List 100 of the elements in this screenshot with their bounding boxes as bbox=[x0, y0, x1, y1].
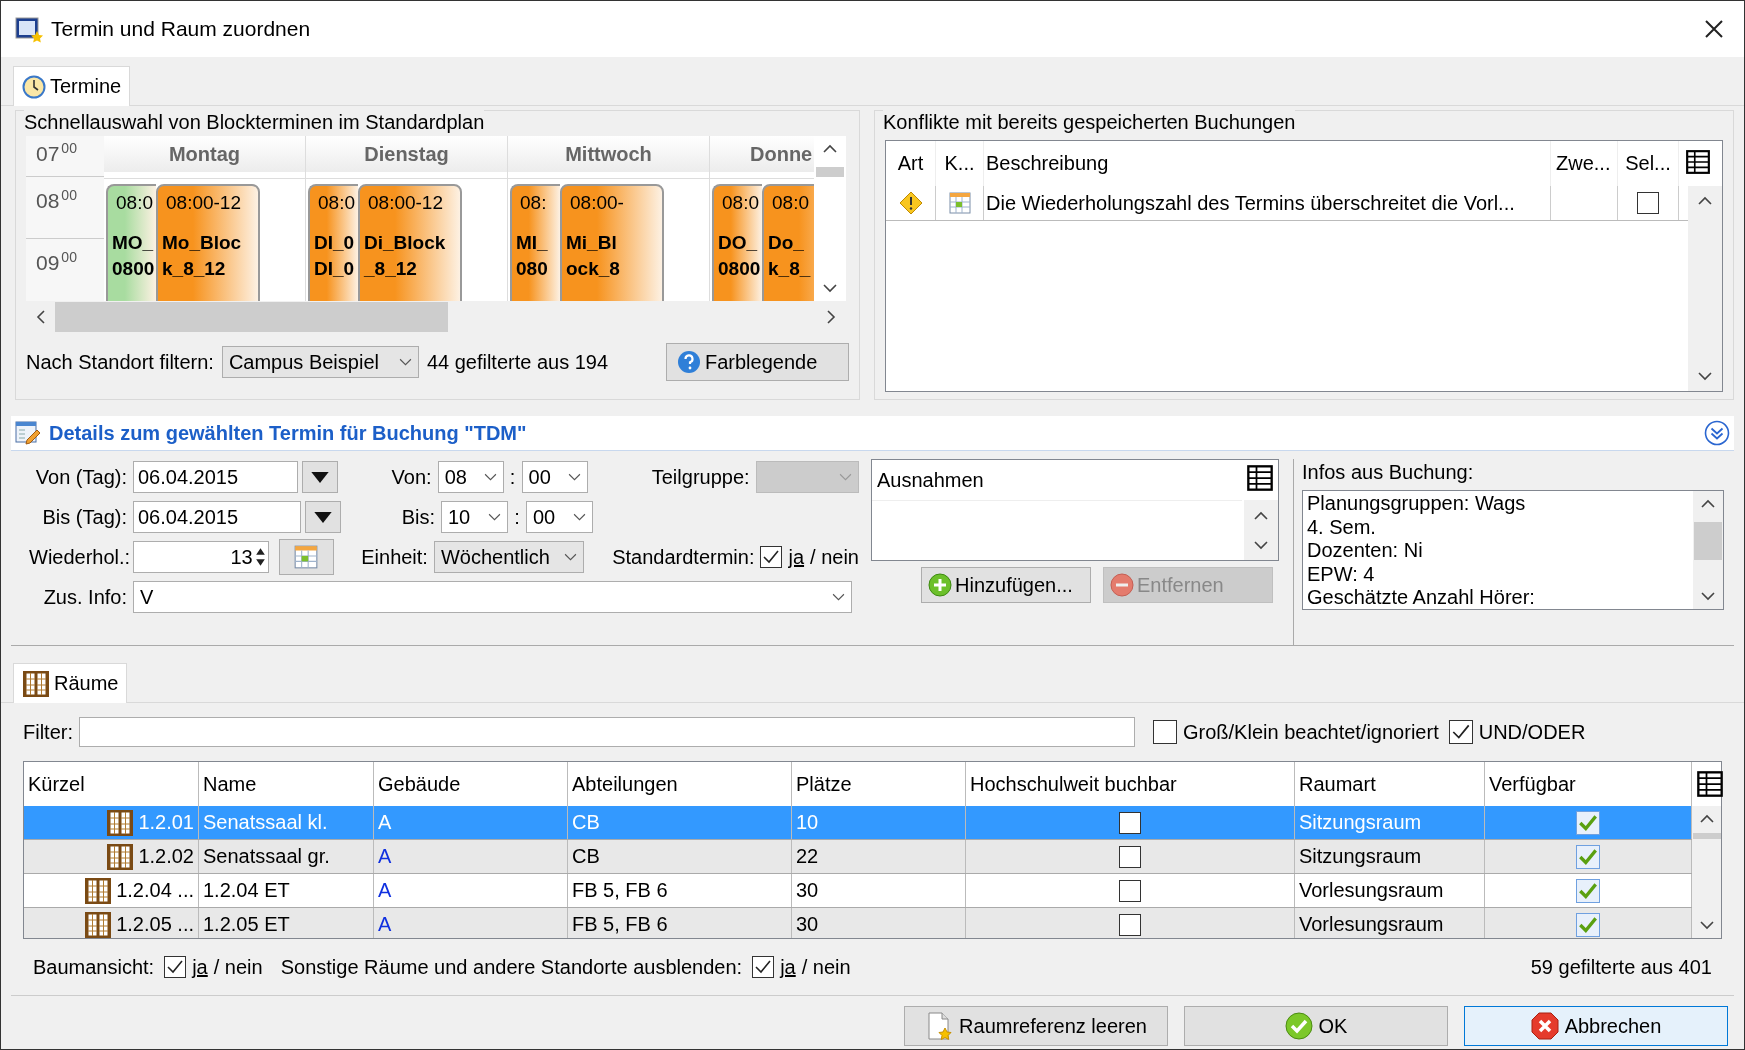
table-cell: Senatssaal gr. bbox=[199, 840, 374, 873]
scroll-up-icon[interactable] bbox=[1698, 196, 1712, 205]
scroll-thumb[interactable] bbox=[55, 302, 448, 332]
clear-room-button[interactable]: Raumreferenz leeren bbox=[904, 1006, 1168, 1046]
day-header: Montag bbox=[168, 142, 241, 166]
triangle-down-icon bbox=[312, 510, 334, 524]
campus-wide-checkbox[interactable] bbox=[1119, 845, 1141, 868]
table-cell: Vorlesungsraum bbox=[1295, 908, 1485, 938]
scroll-up-icon[interactable] bbox=[1254, 510, 1268, 520]
location-dropdown[interactable]: Campus Beispiel bbox=[221, 346, 419, 378]
filter-field[interactable] bbox=[79, 717, 1135, 747]
appointment-block[interactable]: 08:0 DO_ 0800 bbox=[712, 184, 762, 301]
scroll-down-icon[interactable] bbox=[1701, 592, 1715, 601]
field-label: Von: bbox=[390, 465, 433, 489]
ok-button[interactable]: OK bbox=[1184, 1006, 1448, 1046]
section-title: Details zum gewählten Termin für Buchung "TDM" bbox=[49, 421, 528, 445]
appointment-block[interactable]: 08:0 MO_ 0800 bbox=[106, 184, 156, 301]
available-checkbox[interactable] bbox=[1576, 844, 1600, 869]
time-separator: : bbox=[508, 465, 517, 489]
scroll-right-icon[interactable] bbox=[827, 310, 836, 324]
appointment-block[interactable]: 08:0 DI_0 DI_0 bbox=[308, 184, 358, 301]
field-label: Zus. Info: bbox=[42, 585, 128, 609]
hour-dropdown[interactable]: 10 bbox=[441, 501, 508, 533]
available-checkbox[interactable] bbox=[1576, 878, 1600, 903]
scroll-thumb[interactable] bbox=[816, 167, 844, 177]
group-title: Konflikte mit bereits gespeicherten Buchungen bbox=[883, 110, 1296, 134]
yes-option[interactable]: ja bbox=[788, 545, 805, 569]
termine-tab[interactable]: Termine bbox=[13, 66, 131, 106]
date-picker-button[interactable] bbox=[305, 501, 341, 533]
date-field[interactable]: 06.04.2015 bbox=[133, 501, 301, 533]
scroll-thumb[interactable] bbox=[1694, 522, 1722, 560]
field-label: Standardtermin: bbox=[611, 545, 756, 569]
scroll-down-icon[interactable] bbox=[823, 284, 837, 293]
calendar-icon bbox=[947, 191, 972, 215]
scroll-down-icon[interactable] bbox=[1699, 921, 1714, 930]
cancel-button[interactable]: Abbrechen bbox=[1464, 1006, 1728, 1046]
hide-rooms-checkbox[interactable] bbox=[752, 956, 775, 978]
yes-option[interactable]: ja bbox=[780, 955, 796, 979]
standard-checkbox[interactable] bbox=[760, 546, 783, 568]
scroll-thumb[interactable] bbox=[1692, 833, 1721, 839]
hour-dropdown[interactable]: 08 bbox=[437, 461, 504, 493]
chevron-down-icon bbox=[483, 472, 497, 482]
field-label: Bis (Tag): bbox=[41, 505, 128, 529]
appointment-block[interactable]: 08: MI_ 080 bbox=[510, 184, 560, 301]
scroll-left-icon[interactable] bbox=[36, 310, 45, 324]
column-header[interactable]: Sel... bbox=[1618, 141, 1679, 186]
column-chooser-icon[interactable] bbox=[1696, 770, 1724, 798]
no-option[interactable]: / nein bbox=[801, 955, 851, 979]
scroll-down-icon[interactable] bbox=[1254, 540, 1268, 550]
appointment-block[interactable]: 08:00-12 Di_Block _8_12 bbox=[358, 184, 462, 301]
table-cell: CB bbox=[568, 806, 792, 839]
room-row[interactable]: 1.2.05 ... 1.2.05 ET A FB 5, FB 6 30 Vorlesungsraum bbox=[24, 908, 1692, 938]
appointment-block[interactable]: 08:00- Mi_Bl ock_8 bbox=[560, 184, 664, 301]
add-button[interactable]: Hinzufügen... bbox=[921, 567, 1091, 603]
column-chooser-icon[interactable] bbox=[1685, 149, 1711, 175]
campus-wide-checkbox[interactable] bbox=[1119, 879, 1141, 902]
rooms-tab[interactable]: Räume bbox=[13, 663, 128, 703]
available-checkbox[interactable] bbox=[1576, 810, 1600, 835]
table-cell: 30 bbox=[792, 874, 966, 907]
column-header[interactable]: K... bbox=[936, 141, 984, 186]
table-cell: FB 5, FB 6 bbox=[568, 908, 792, 938]
scroll-up-icon[interactable] bbox=[823, 144, 837, 153]
minute-dropdown[interactable]: 00 bbox=[521, 461, 588, 493]
scroll-up-icon[interactable] bbox=[1701, 499, 1715, 508]
available-checkbox[interactable] bbox=[1576, 912, 1600, 937]
option-label: Sonstige Räume und andere Standorte ausblenden: bbox=[280, 955, 743, 979]
calendar-icon bbox=[293, 544, 320, 570]
legend-button[interactable]: Farblegende bbox=[666, 343, 849, 381]
column-header[interactable]: Ausnahmen bbox=[877, 468, 984, 492]
campus-wide-checkbox[interactable] bbox=[1119, 913, 1141, 936]
no-option[interactable]: / nein bbox=[213, 955, 263, 979]
chevron-down-icon bbox=[564, 552, 578, 562]
scroll-up-icon[interactable] bbox=[1699, 814, 1714, 823]
scroll-down-icon[interactable] bbox=[1698, 372, 1712, 381]
appointment-block[interactable]: 08:0 Do_ k_8_ bbox=[762, 184, 814, 301]
appointment-block[interactable]: 08:00-12 Mo_Bloc k_8_12 bbox=[156, 184, 260, 301]
day-header: Dienstag bbox=[364, 142, 449, 166]
close-icon[interactable] bbox=[1704, 19, 1724, 39]
tree-view-checkbox[interactable] bbox=[164, 956, 187, 978]
no-option[interactable]: / nein bbox=[810, 545, 859, 569]
room-row[interactable]: 1.2.02 Senatssaal gr. A CB 22 Sitzungsraum bbox=[24, 840, 1692, 874]
unit-dropdown[interactable]: Wöchentlich bbox=[433, 541, 585, 573]
day-header: Donne bbox=[750, 142, 813, 166]
column-header[interactable]: Zwe... bbox=[1551, 141, 1618, 186]
minute-dropdown[interactable]: 00 bbox=[526, 501, 593, 533]
info-dropdown[interactable]: V bbox=[133, 581, 852, 613]
column-header[interactable]: Beschreibung bbox=[984, 141, 1551, 186]
date-picker-button[interactable] bbox=[302, 461, 338, 493]
field-label: Teilgruppe: bbox=[650, 465, 751, 489]
case-checkbox[interactable] bbox=[1153, 720, 1177, 744]
yes-option[interactable]: ja bbox=[192, 955, 208, 979]
campus-wide-checkbox[interactable] bbox=[1119, 811, 1141, 834]
column-header[interactable]: Art bbox=[886, 141, 936, 186]
and-or-checkbox[interactable] bbox=[1448, 720, 1473, 744]
collapse-icon[interactable] bbox=[1704, 420, 1730, 446]
repeat-spinner[interactable]: 13 bbox=[133, 541, 269, 573]
chevron-down-icon bbox=[567, 472, 581, 482]
date-field[interactable]: 06.04.2015 bbox=[133, 461, 299, 493]
select-checkbox[interactable] bbox=[1637, 192, 1659, 214]
column-chooser-icon[interactable] bbox=[1246, 464, 1274, 492]
